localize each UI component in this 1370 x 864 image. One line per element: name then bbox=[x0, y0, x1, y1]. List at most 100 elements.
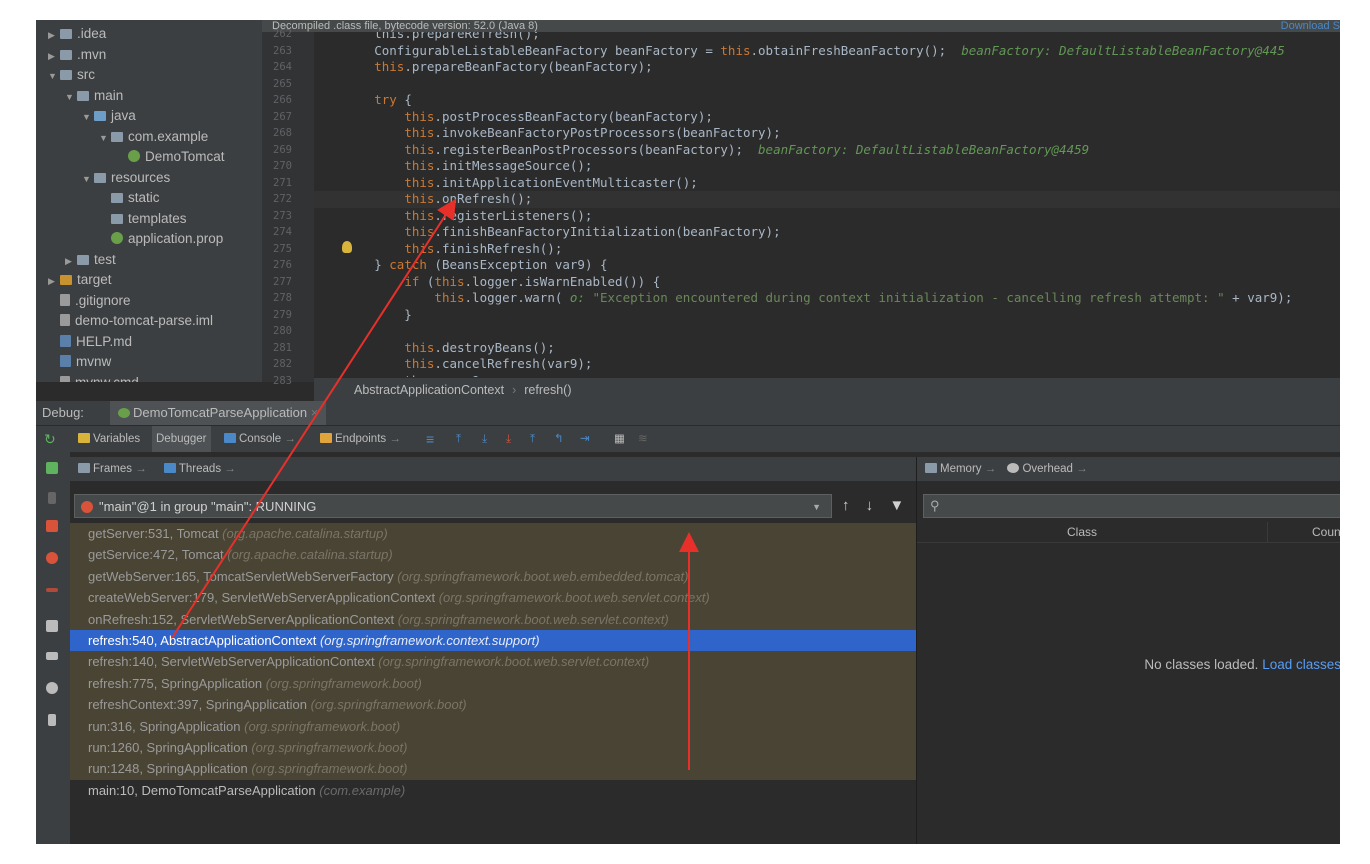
column-count[interactable]: Coun bbox=[1267, 522, 1340, 542]
code-line[interactable]: this.destroyBeans(); bbox=[314, 340, 555, 357]
tree-item[interactable]: application.prop bbox=[99, 229, 223, 249]
chevron-right-icon[interactable]: ▶ bbox=[65, 251, 77, 271]
chevron-right-icon[interactable]: ▶ bbox=[48, 25, 60, 45]
code-line[interactable]: this.initApplicationEventMulticaster(); bbox=[314, 175, 698, 192]
tree-item[interactable]: .gitignore bbox=[48, 291, 131, 311]
tab-frames[interactable]: Frames → bbox=[78, 463, 147, 475]
gear-icon[interactable] bbox=[46, 682, 58, 694]
lightbulb-icon[interactable] bbox=[342, 241, 352, 253]
tab-overhead[interactable]: Overhead → bbox=[1007, 463, 1088, 475]
frame-row[interactable]: onRefresh:152, ServletWebServerApplicati… bbox=[70, 608, 916, 631]
drop-frame-icon[interactable]: ↰ bbox=[554, 426, 564, 452]
chevron-right-icon[interactable]: ▶ bbox=[48, 46, 60, 66]
frame-row[interactable]: refresh:775, SpringApplication (org.spri… bbox=[70, 672, 916, 695]
frame-row-selected[interactable]: refresh:540, AbstractApplicationContext … bbox=[70, 630, 916, 652]
tab-debugger[interactable]: Debugger bbox=[152, 426, 211, 452]
memory-search[interactable]: ⚲ bbox=[923, 494, 1340, 518]
tree-item[interactable]: ▶ .mvn bbox=[48, 45, 106, 65]
tree-item[interactable]: HELP.md bbox=[48, 332, 132, 352]
thread-selector[interactable]: "main"@1 in group "main": RUNNING ▼ bbox=[74, 494, 832, 518]
code-line[interactable]: this.prepareBeanFactory(beanFactory); bbox=[314, 59, 652, 76]
tab-variables[interactable]: Variables bbox=[78, 426, 140, 452]
tab-console[interactable]: Console → bbox=[224, 426, 296, 452]
frame-row[interactable]: run:1248, SpringApplication (org.springf… bbox=[70, 758, 916, 780]
chevron-down-icon[interactable]: ▼ bbox=[99, 128, 111, 148]
tree-item[interactable]: templates bbox=[99, 209, 187, 229]
tree-item[interactable]: demo-tomcat-parse.iml bbox=[48, 311, 213, 331]
mute-breakpoints-icon[interactable] bbox=[46, 588, 58, 592]
layout-icon[interactable] bbox=[46, 652, 58, 660]
tree-item[interactable]: mvnw bbox=[48, 352, 111, 372]
column-class[interactable]: Class bbox=[1067, 522, 1097, 542]
trace-icon[interactable]: ≋ bbox=[638, 426, 648, 452]
tree-item[interactable]: ▶ test bbox=[65, 250, 116, 270]
frame-row[interactable]: getService:472, Tomcat (org.apache.catal… bbox=[70, 544, 916, 566]
chevron-right-icon[interactable]: ▶ bbox=[48, 271, 60, 291]
code-line[interactable]: this.registerListeners(); bbox=[314, 208, 592, 225]
close-icon[interactable]: × bbox=[311, 405, 319, 420]
tree-item[interactable]: ▼ src bbox=[48, 65, 95, 85]
code-line[interactable]: } catch (BeansException var9) { bbox=[314, 257, 607, 274]
frame-row[interactable]: run:316, SpringApplication (org.springfr… bbox=[70, 715, 916, 738]
step-over-icon[interactable]: ⤓ bbox=[482, 426, 487, 452]
breadcrumb-class[interactable]: AbstractApplicationContext bbox=[354, 383, 504, 397]
code-editor[interactable]: this.prepareRefresh(); ConfigurableLista… bbox=[314, 32, 1340, 382]
code-line[interactable]: this.finishBeanFactoryInitialization(bea… bbox=[314, 224, 780, 241]
stop-icon[interactable] bbox=[46, 520, 58, 532]
resume-icon[interactable] bbox=[46, 462, 58, 474]
step-out-icon[interactable]: ⤒ bbox=[530, 426, 535, 452]
code-line[interactable]: } bbox=[314, 307, 412, 324]
frame-row[interactable]: refreshContext:397, SpringApplication (o… bbox=[70, 694, 916, 716]
menu-icon[interactable]: ≡ bbox=[426, 426, 434, 452]
tree-item[interactable]: mvnw.cmd bbox=[48, 373, 139, 382]
view-breakpoints-icon[interactable] bbox=[46, 552, 58, 564]
camera-icon[interactable] bbox=[46, 620, 58, 632]
chevron-down-icon[interactable]: ▼ bbox=[82, 107, 94, 127]
tree-item[interactable]: ▶ .idea bbox=[48, 24, 106, 44]
debug-config-tab[interactable]: DemoTomcatParseApplication × bbox=[110, 401, 327, 425]
tree-item[interactable]: static bbox=[99, 188, 160, 208]
chevron-down-icon[interactable]: ▼ bbox=[65, 87, 77, 107]
step-into-icon[interactable]: ⤓ bbox=[506, 426, 511, 452]
frame-row[interactable]: refresh:140, ServletWebServerApplication… bbox=[70, 651, 916, 673]
code-line[interactable]: if (this.logger.isWarnEnabled()) { bbox=[314, 274, 660, 291]
code-line[interactable]: this.cancelRefresh(var9); bbox=[314, 356, 592, 373]
pause-icon[interactable] bbox=[48, 492, 56, 504]
rerun-icon[interactable]: ↻ bbox=[44, 426, 56, 452]
code-line[interactable]: try { bbox=[314, 92, 412, 109]
tree-item[interactable]: ▶ target bbox=[48, 270, 112, 290]
arrow-down-icon[interactable]: ↓ bbox=[866, 497, 874, 514]
run-to-cursor-icon[interactable]: ⇥ bbox=[580, 426, 590, 452]
code-line[interactable]: this.prepareRefresh(); bbox=[314, 32, 540, 43]
code-line[interactable]: ConfigurableListableBeanFactory beanFact… bbox=[314, 43, 1285, 60]
tree-item[interactable]: ▼ com.example bbox=[99, 127, 208, 147]
tree-item[interactable]: ▼ main bbox=[65, 86, 123, 106]
filter-icon[interactable]: ▼ bbox=[889, 497, 904, 514]
frame-row[interactable]: createWebServer:179, ServletWebServerApp… bbox=[70, 587, 916, 609]
frame-row[interactable]: getWebServer:165, TomcatServletWebServer… bbox=[70, 565, 916, 588]
arrow-up-icon[interactable]: ↑ bbox=[842, 497, 850, 514]
code-line[interactable]: this.invokeBeanFactoryPostProcessors(bea… bbox=[314, 125, 780, 142]
tree-item[interactable]: DemoTomcat bbox=[116, 147, 225, 167]
code-line[interactable]: this.onRefresh(); bbox=[314, 191, 1340, 208]
code-line[interactable]: this.logger.warn( o: "Exception encounte… bbox=[314, 290, 1292, 307]
tree-item[interactable]: ▼ resources bbox=[82, 168, 170, 188]
code-line[interactable]: this.postProcessBeanFactory(beanFactory)… bbox=[314, 109, 713, 126]
breadcrumb-method[interactable]: refresh() bbox=[524, 383, 571, 397]
tab-memory[interactable]: Memory → bbox=[925, 463, 996, 475]
code-line[interactable]: this.initMessageSource(); bbox=[314, 158, 592, 175]
pin-icon[interactable] bbox=[48, 714, 56, 726]
frame-row[interactable]: main:10, DemoTomcatParseApplication (com… bbox=[70, 780, 916, 802]
chevron-down-icon[interactable]: ▼ bbox=[82, 169, 94, 189]
code-line[interactable]: this.registerBeanPostProcessors(beanFact… bbox=[314, 142, 1089, 159]
tab-threads[interactable]: Threads → bbox=[163, 463, 236, 475]
load-classes-link[interactable]: Load classes bbox=[1262, 657, 1340, 672]
chevron-down-icon[interactable]: ▼ bbox=[48, 66, 60, 86]
frame-row[interactable]: run:1260, SpringApplication (org.springf… bbox=[70, 737, 916, 759]
tree-item[interactable]: ▼ java bbox=[82, 106, 136, 126]
download-sources-link[interactable]: Download S bbox=[1281, 20, 1340, 32]
frame-row[interactable]: getServer:531, Tomcat (org.apache.catali… bbox=[70, 523, 916, 545]
tab-endpoints[interactable]: Endpoints → bbox=[320, 426, 401, 452]
evaluate-icon[interactable]: ▦ bbox=[614, 426, 625, 452]
show-execution-point-icon[interactable]: ⤒ bbox=[456, 426, 461, 452]
